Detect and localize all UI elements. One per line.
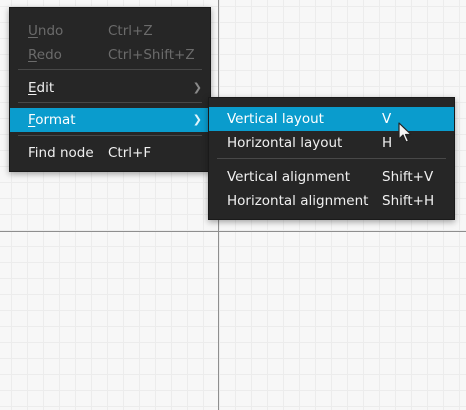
menu-separator [18,135,202,136]
menu-item-shortcut: H [382,135,393,151]
menu-item-label: Find node [28,145,94,161]
menu-separator [18,69,202,70]
menu-item-label: Horizontal layout [227,135,343,151]
canvas-horizontal-axis [0,231,466,232]
menu-item-shortcut: Shift+H [382,193,435,209]
chevron-right-icon: ❯ [192,81,202,94]
menu-item-edit[interactable]: Edit ❯ [10,76,210,100]
mouse-pointer-icon [398,122,412,143]
menu-separator [217,158,446,159]
menu-item-undo[interactable]: Undo Ctrl+Z [10,19,210,43]
menu-item-vertical-layout[interactable]: Vertical layout V [209,107,454,131]
menu-item-shortcut: Ctrl+Z [108,23,153,39]
menu-item-redo[interactable]: Redo Ctrl+Shift+Z [10,43,210,67]
menu-item-label: Edit [28,80,55,96]
menu-item-shortcut: Ctrl+F [108,145,152,161]
menu-separator [18,102,202,103]
menu-item-horizontal-layout[interactable]: Horizontal layout H [209,131,454,155]
menu-item-find-node[interactable]: Find node Ctrl+F [10,141,210,165]
menu-item-label: Vertical alignment [227,169,351,185]
menu-item-label: Undo [28,23,64,39]
menu-item-vertical-alignment[interactable]: Vertical alignment Shift+V [209,165,454,189]
menu-item-shortcut: Shift+V [382,169,434,185]
menu-item-horizontal-alignment[interactable]: Horizontal alignment Shift+H [209,189,454,213]
menu-item-label: Horizontal alignment [227,193,369,209]
menu-item-label: Redo [28,47,62,63]
menu-item-shortcut: V [382,111,392,127]
context-menu: Undo Ctrl+Z Redo Ctrl+Shift+Z Edit ❯ For… [9,7,211,172]
chevron-right-icon: ❯ [192,113,202,126]
format-submenu: Vertical layout V Horizontal layout H Ve… [208,97,455,220]
menu-item-label: Vertical layout [227,111,324,127]
menu-item-shortcut: Ctrl+Shift+Z [108,47,195,63]
menu-item-label: Format [28,112,76,128]
menu-item-format[interactable]: Format ❯ [10,108,210,132]
